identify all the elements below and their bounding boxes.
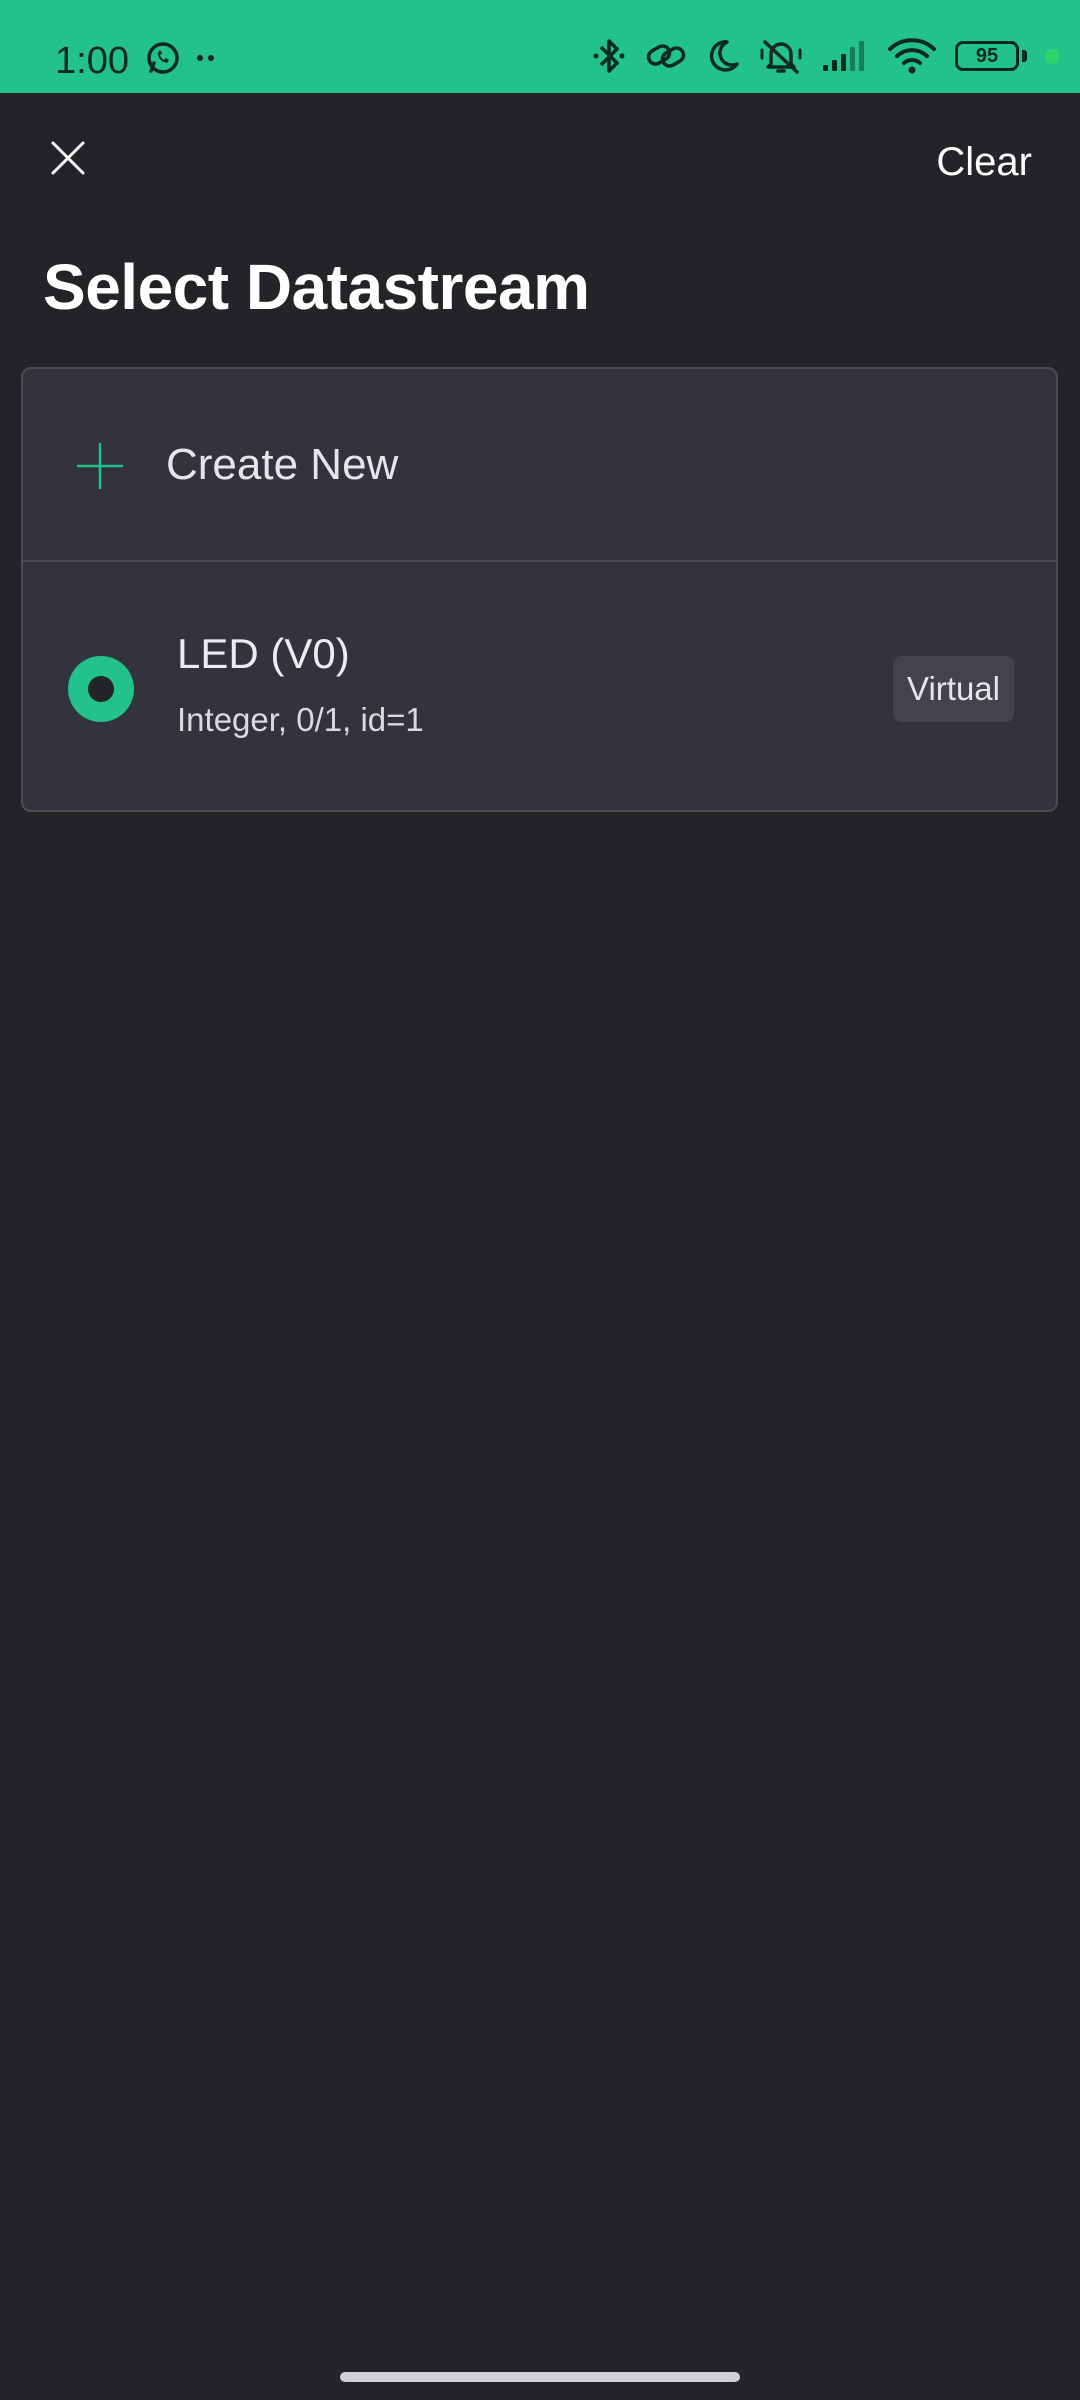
datastream-name: LED (V0) (177, 630, 350, 677)
battery-level: 95 (955, 41, 1019, 71)
plus-icon (75, 441, 125, 491)
close-icon (49, 139, 87, 182)
create-new-button[interactable]: Create New (23, 369, 1056, 562)
page-title: Select Datastream (43, 251, 590, 323)
status-bar: 1:00 95 (0, 0, 1080, 93)
home-indicator[interactable] (340, 2372, 740, 2382)
privacy-indicator-dot (1045, 48, 1060, 64)
close-button[interactable] (40, 132, 96, 188)
bluetooth-icon (591, 36, 627, 76)
status-right-icons: 95 (591, 36, 1060, 76)
signal-icon (821, 39, 869, 73)
datastream-meta: Integer, 0/1, id=1 (177, 701, 424, 738)
clear-button[interactable]: Clear (936, 134, 1032, 190)
whatsapp-icon (145, 40, 181, 76)
more-dots-icon (195, 53, 217, 63)
muted-bell-icon (759, 36, 803, 76)
battery-icon: 95 (955, 41, 1027, 71)
datastream-list: Create New LED (V0) Integer, 0/1, id=1 V… (21, 367, 1058, 812)
wifi-icon (887, 37, 937, 75)
radio-selected-icon[interactable] (68, 656, 134, 722)
create-new-label: Create New (166, 440, 399, 489)
datastream-type-badge: Virtual (893, 656, 1014, 722)
status-left-icons (145, 40, 217, 76)
list-item[interactable]: LED (V0) Integer, 0/1, id=1 Virtual (23, 562, 1056, 810)
moon-icon (705, 36, 741, 76)
battery-cap (1022, 50, 1027, 62)
status-time: 1:00 (55, 40, 129, 82)
link-icon (645, 36, 687, 76)
radio-inner (88, 676, 114, 702)
